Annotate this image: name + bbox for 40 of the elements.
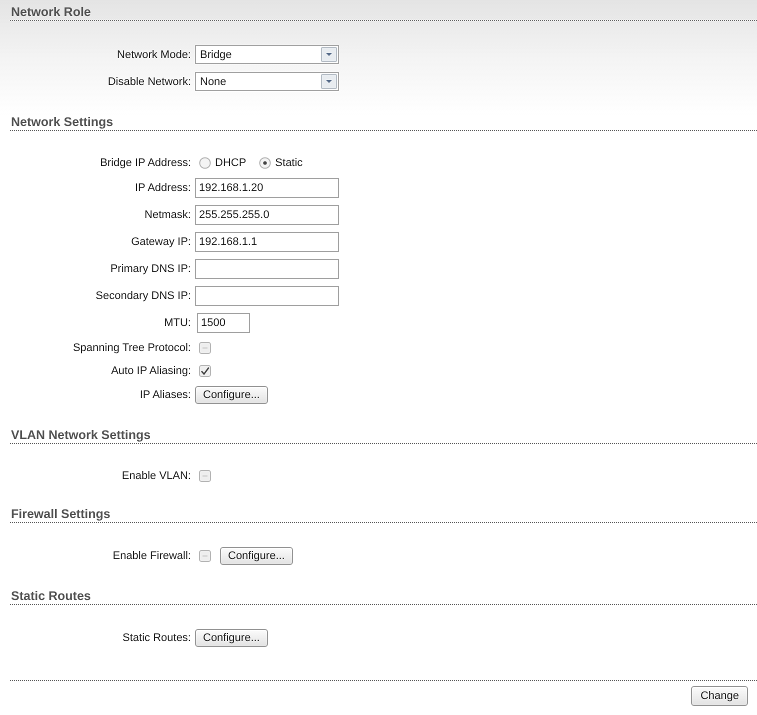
configure-button[interactable]: Configure... [220,547,293,565]
section-heading: Network Role [10,0,757,21]
field-label: IP Address: [134,182,192,194]
field-label: Auto IP Aliasing: [110,364,192,376]
text-field[interactable]: 192.168.1.20 [195,178,339,198]
text-field[interactable] [195,258,339,278]
checkbox[interactable] [199,470,211,482]
change-button[interactable]: Change [691,686,748,706]
field-label: Bridge IP Address: [99,156,192,168]
radio-label: Static [275,156,303,168]
dropdown[interactable]: None [195,72,339,91]
dropdown[interactable]: Bridge [195,45,339,64]
checkbox[interactable] [199,364,211,376]
configure-button[interactable]: Configure... [195,386,268,404]
radio-button[interactable] [259,156,272,168]
configure-button[interactable]: Configure... [195,629,268,647]
field-label: IP Aliases: [138,389,192,401]
text-field[interactable] [195,286,339,306]
field-label: Enable Firewall: [112,550,192,562]
field-label: Disable Network: [106,76,192,88]
section-heading: Firewall Settings [10,502,757,523]
field-label: MTU: [163,316,192,328]
field-label: Static Routes: [122,632,192,644]
radio-label: DHCP [215,156,246,168]
field-label: Spanning Tree Protocol: [72,342,192,354]
field-label: Netmask: [144,208,192,220]
field-label: Primary DNS IP: [109,262,192,274]
field-label: Network Mode: [116,48,192,60]
radio-button[interactable] [199,156,211,168]
checkbox[interactable] [199,550,211,562]
checkbox[interactable] [199,342,211,354]
field-label: Gateway IP: [130,236,192,248]
field-label: Enable VLAN: [120,470,192,482]
text-field[interactable]: 1500 [197,312,250,332]
field-label: Secondary DNS IP: [94,290,192,302]
section-heading: Network Settings [10,110,757,131]
section-heading: Static Routes [10,584,757,605]
section-heading: VLAN Network Settings [10,423,757,444]
text-field[interactable]: 255.255.255.0 [195,204,339,224]
text-field[interactable]: 192.168.1.1 [195,232,339,252]
